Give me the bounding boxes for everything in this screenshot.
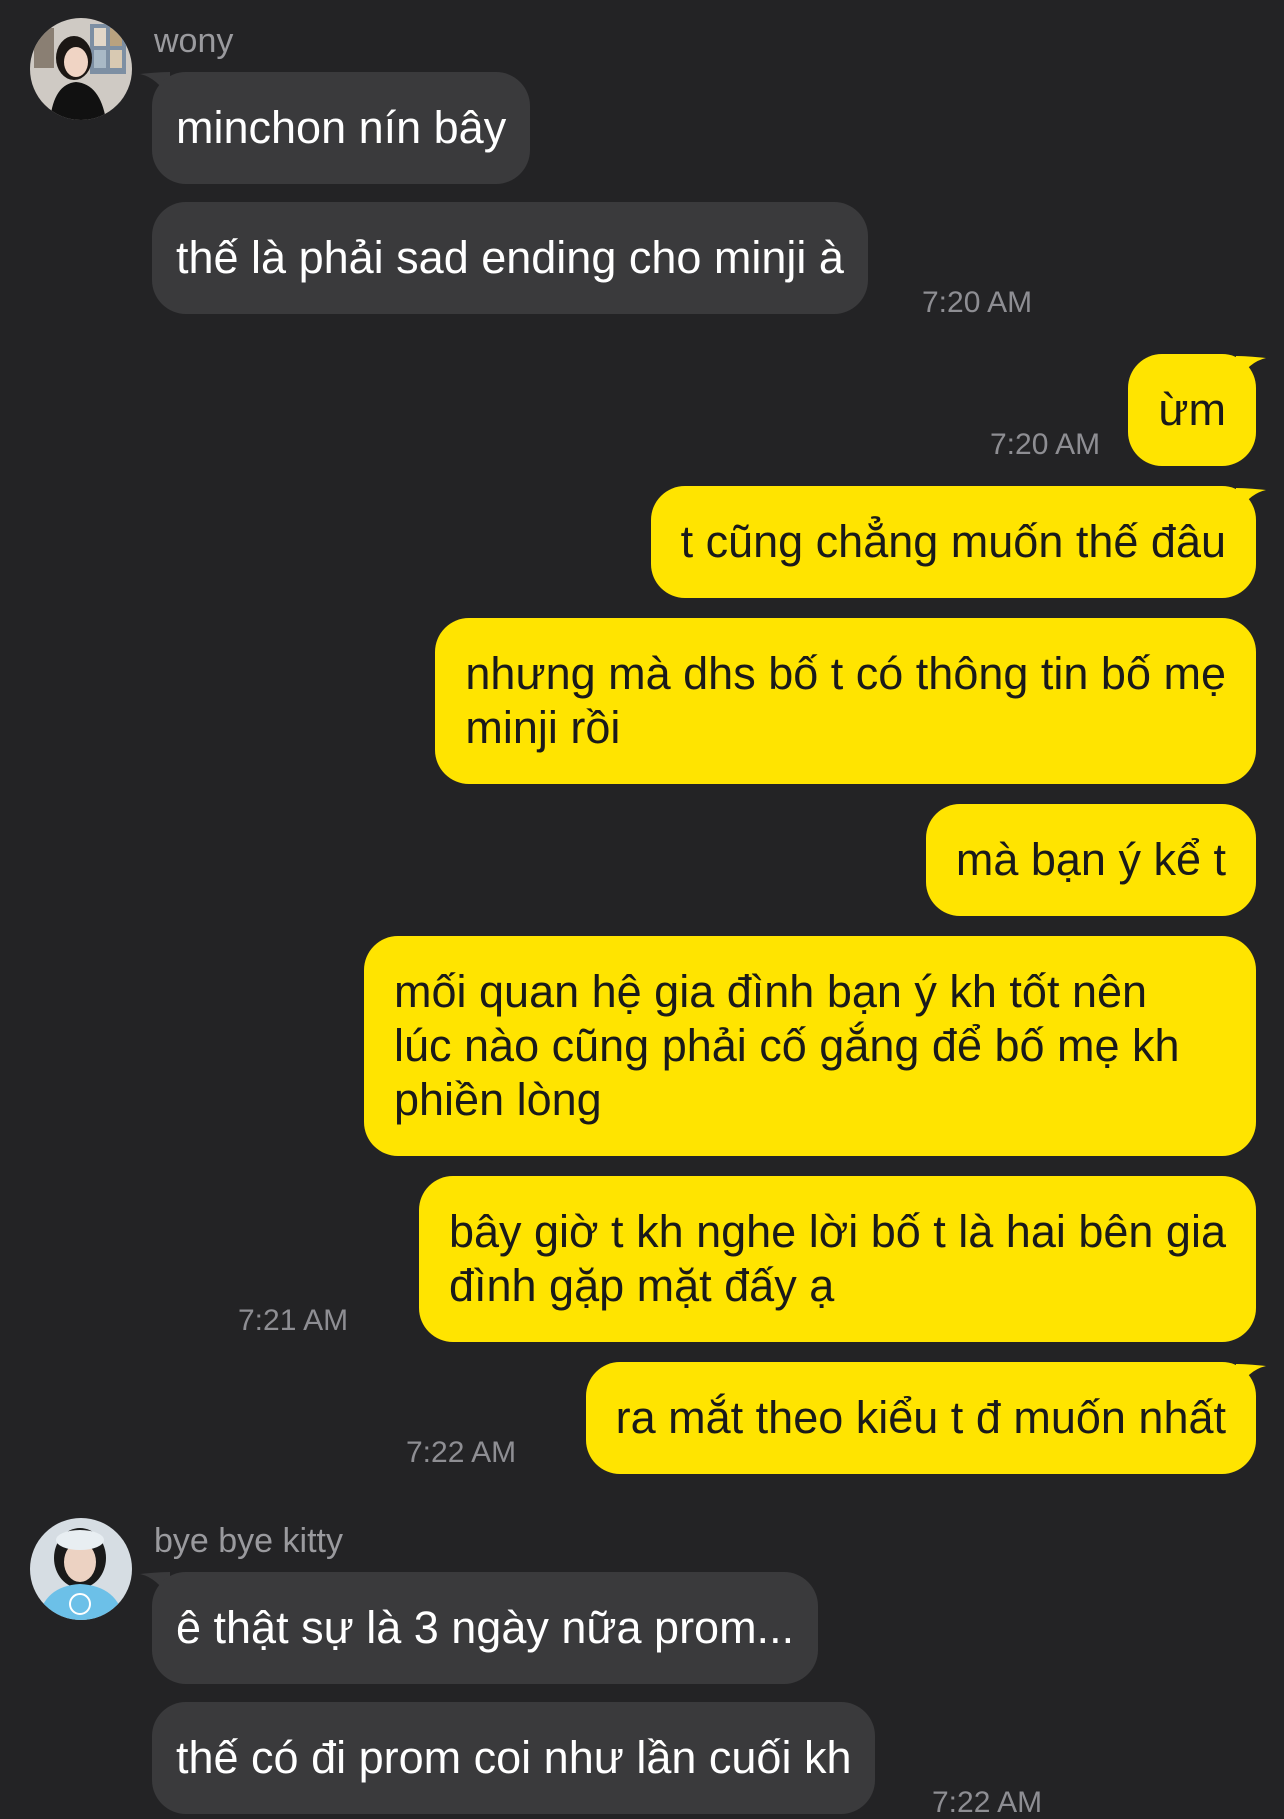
- avatar-wony[interactable]: [30, 18, 132, 120]
- message-text: mà bạn ý kể t: [955, 834, 1226, 885]
- message-text: thế có đi prom coi như lần cuối kh: [176, 1732, 852, 1783]
- message-text: bây giờ t kh nghe lời bố t là hai bên gi…: [448, 1206, 1226, 1311]
- message-bubble-outgoing[interactable]: ừm: [1128, 354, 1256, 466]
- message-bubble-outgoing[interactable]: mà bạn ý kể t: [925, 804, 1256, 916]
- message-bubble-incoming[interactable]: ê thật sự là 3 ngày nữa prom...: [152, 1572, 819, 1684]
- message-timestamp: 7:22 AM: [932, 1786, 1043, 1819]
- message-timestamp: 7:22 AM: [406, 1436, 517, 1469]
- message-bubble-incoming[interactable]: thế có đi prom coi như lần cuối kh: [152, 1702, 876, 1814]
- message-text: ra mắt theo kiểu t đ muốn nhất: [615, 1392, 1226, 1443]
- message-text: ê thật sự là 3 ngày nữa prom...: [176, 1602, 795, 1653]
- message-bubble-incoming[interactable]: thế là phải sad ending cho minji à: [152, 202, 868, 314]
- message-text: nhưng mà dhs bố t có thông tin bố mẹ min…: [465, 648, 1226, 753]
- message-text: t cũng chẳng muốn thế đâu: [680, 516, 1226, 567]
- message-bubble-outgoing[interactable]: mối quan hệ gia đình bạn ý kh tốt nên lú…: [364, 936, 1256, 1156]
- profile-photo-icon: [30, 18, 132, 120]
- message-text: thế là phải sad ending cho minji à: [176, 232, 844, 283]
- sender-name: wony: [154, 22, 234, 60]
- message-bubble-outgoing[interactable]: nhưng mà dhs bố t có thông tin bố mẹ min…: [435, 618, 1256, 784]
- profile-photo-icon: [30, 1518, 132, 1620]
- message-bubble-incoming[interactable]: minchon nín bây: [152, 72, 531, 184]
- avatar-bye-bye-kitty[interactable]: [30, 1518, 132, 1620]
- message-text: mối quan hệ gia đình bạn ý kh tốt nên lú…: [394, 966, 1180, 1125]
- message-timestamp: 7:20 AM: [922, 286, 1033, 319]
- message-timestamp: 7:20 AM: [990, 428, 1101, 461]
- sender-name: bye bye kitty: [154, 1522, 343, 1560]
- message-timestamp: 7:21 AM: [238, 1304, 349, 1337]
- message-text: minchon nín bây: [176, 102, 507, 153]
- message-bubble-outgoing[interactable]: bây giờ t kh nghe lời bố t là hai bên gi…: [418, 1176, 1256, 1342]
- message-bubble-outgoing[interactable]: ra mắt theo kiểu t đ muốn nhất: [585, 1362, 1256, 1474]
- message-text: ừm: [1158, 384, 1226, 435]
- message-bubble-outgoing[interactable]: t cũng chẳng muốn thế đâu: [650, 486, 1256, 598]
